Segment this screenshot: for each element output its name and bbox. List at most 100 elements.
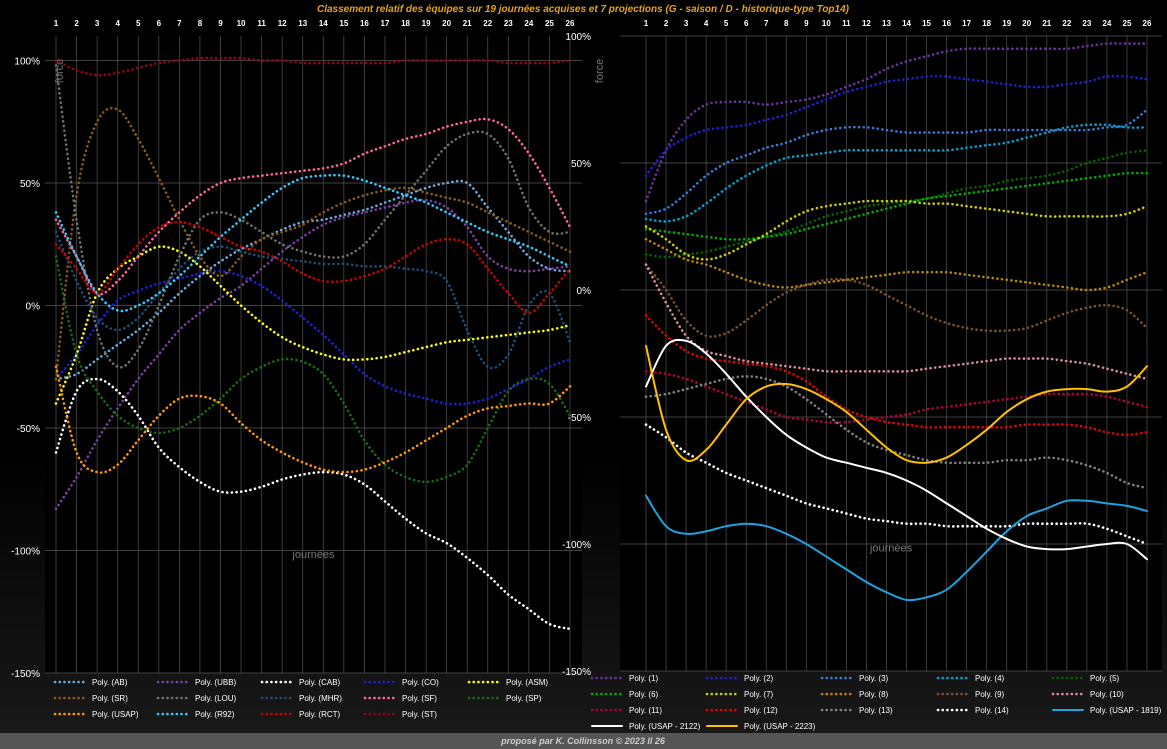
legend-label: Poly. (10) xyxy=(1090,690,1124,699)
legend-label: Poly. (SR) xyxy=(92,694,128,703)
x-tick-label: 16 xyxy=(360,19,369,28)
x-tick-label: 18 xyxy=(982,19,991,28)
y-tick-label: -50% xyxy=(17,424,40,435)
plot-area-left xyxy=(45,36,582,673)
legend-label: Poly. (MHR) xyxy=(299,694,342,703)
x-tick-label: 22 xyxy=(1062,19,1071,28)
legend-label: Poly. (2) xyxy=(744,674,774,683)
x-tick-label: 12 xyxy=(278,19,287,28)
x-tick-label: 19 xyxy=(422,19,431,28)
x-tick-label: 1 xyxy=(644,19,649,28)
x-tick-label: 13 xyxy=(298,19,307,28)
legend-label: Poly. (LOU) xyxy=(195,694,237,703)
legend-label: Poly. (R92) xyxy=(195,710,235,719)
legend-label: Poly. (USAP - 2122) xyxy=(629,722,701,731)
y-tick-label: -50% xyxy=(568,413,591,424)
y-tick-label: 100% xyxy=(14,57,40,68)
x-tick-label: 24 xyxy=(1102,19,1111,28)
x-tick-label: 24 xyxy=(524,19,533,28)
x-tick-label: 6 xyxy=(744,19,749,28)
x-tick-label: 7 xyxy=(177,19,182,28)
x-tick-label: 6 xyxy=(157,19,162,28)
panel-right: 100%50%0%-50%-100%-150%1 2 3 4 5 6 7 8 9 10 11 12 13… xyxy=(562,19,1162,731)
panel-left: 100%50%0%-50%-100%-150%1 2 3 4 5 6 7 8 9 10 11 12 13… xyxy=(11,19,582,719)
y-tick-label: 50% xyxy=(20,179,40,190)
legend-label: Poly. (4) xyxy=(975,674,1005,683)
y-tick-label: -150% xyxy=(11,669,40,680)
x-tick-label: 8 xyxy=(784,19,789,28)
legend-label: Poly. (CO) xyxy=(402,678,439,687)
x-tick-label: 17 xyxy=(381,19,390,28)
legend-label: Poly. (UBB) xyxy=(195,678,237,687)
x-tick-label: 17 xyxy=(962,19,971,28)
x-tick-label: 4 xyxy=(704,19,709,28)
y-tick-label: 0% xyxy=(26,302,41,313)
legend-label: Poly. (6) xyxy=(629,690,659,699)
y-tick-label: -150% xyxy=(562,667,591,678)
legend-label: Poly. (ASM) xyxy=(506,678,548,687)
x-axis-label: journées xyxy=(869,543,913,555)
x-tick-label: 2 xyxy=(74,19,79,28)
x-tick-label: 23 xyxy=(1082,19,1091,28)
chart-canvas: Classement relatif des équipes sur 19 jo… xyxy=(0,4,1167,749)
legend-label: Poly. (8) xyxy=(859,690,889,699)
x-tick-label: 20 xyxy=(442,19,451,28)
x-tick-label: 21 xyxy=(1042,19,1051,28)
legend-label: Poly. (7) xyxy=(744,690,774,699)
legend-label: Poly. (AB) xyxy=(92,678,128,687)
x-tick-label: 15 xyxy=(339,19,348,28)
legend-label: Poly. (5) xyxy=(1090,674,1120,683)
legend-label: Poly. (11) xyxy=(629,706,662,715)
x-tick-label: 16 xyxy=(942,19,951,28)
legend-label: Poly. (SP) xyxy=(506,694,542,703)
y-tick-label: 50% xyxy=(571,159,591,170)
x-tick-label: 7 xyxy=(764,19,769,28)
x-tick-label: 11 xyxy=(257,19,266,28)
y-tick-label: 100% xyxy=(565,32,591,43)
x-tick-label: 14 xyxy=(902,19,911,28)
legend-label: Poly. (13) xyxy=(859,706,893,715)
x-tick-label: 19 xyxy=(1002,19,1011,28)
legend-label: Poly. (RCT) xyxy=(299,710,341,719)
x-tick-label: 18 xyxy=(401,19,410,28)
legend-label: Poly. (SF) xyxy=(402,694,437,703)
y-tick-label: -100% xyxy=(562,540,591,551)
x-tick-label: 25 xyxy=(1123,19,1132,28)
y-tick-label: 0% xyxy=(577,286,592,297)
x-tick-label: 9 xyxy=(804,19,809,28)
legend-label: Poly. (CAB) xyxy=(299,678,341,687)
x-tick-label: 13 xyxy=(882,19,891,28)
x-tick-label: 10 xyxy=(822,19,831,28)
x-tick-label: 15 xyxy=(922,19,931,28)
x-tick-label: 10 xyxy=(237,19,246,28)
x-tick-label: 2 xyxy=(664,19,669,28)
x-tick-label: 21 xyxy=(463,19,472,28)
x-tick-label: 23 xyxy=(504,19,513,28)
legend-label: Poly. (USAP - 1819) xyxy=(1090,706,1162,715)
x-tick-label: 22 xyxy=(483,19,492,28)
legend-label: Poly. (1) xyxy=(629,674,659,683)
x-tick-label: 26 xyxy=(566,19,575,28)
legend-label: Poly. (3) xyxy=(859,674,889,683)
x-tick-label: 26 xyxy=(1143,19,1152,28)
x-tick-label: 11 xyxy=(842,19,851,28)
legend-label: Poly. (14) xyxy=(975,706,1009,715)
x-tick-label: 14 xyxy=(319,19,328,28)
x-tick-label: 20 xyxy=(1022,19,1031,28)
x-tick-label: 12 xyxy=(862,19,871,28)
x-axis-label: journées xyxy=(291,549,335,561)
legend-label: Poly. (USAP - 2223) xyxy=(744,722,816,731)
legend-label: Poly. (12) xyxy=(744,706,778,715)
footer-credit: proposé par K. Collinsson © 2023 II 26 xyxy=(500,736,666,746)
x-tick-label: 1 xyxy=(54,19,59,28)
x-tick-label: 3 xyxy=(95,19,100,28)
chart-root: Classement relatif des équipes sur 19 jo… xyxy=(0,0,1167,749)
legend-label: Poly. (USAP) xyxy=(92,710,139,719)
x-tick-label: 9 xyxy=(218,19,223,28)
x-tick-label: 8 xyxy=(198,19,203,28)
legend-label: Poly. (9) xyxy=(975,690,1005,699)
x-tick-label: 3 xyxy=(684,19,689,28)
x-tick-label: 25 xyxy=(545,19,554,28)
legend-label: Poly. (ST) xyxy=(402,710,437,719)
x-tick-label: 5 xyxy=(136,19,141,28)
